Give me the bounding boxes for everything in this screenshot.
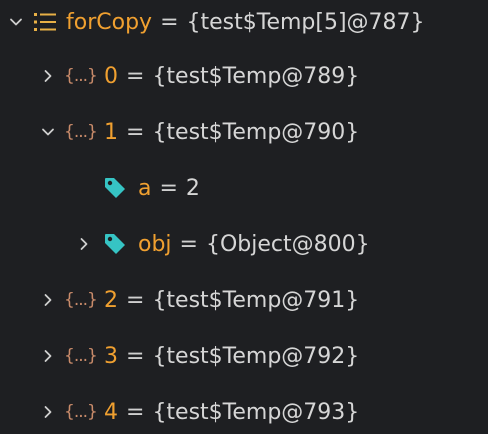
- tag-icon: [100, 175, 130, 201]
- variable-name: obj: [138, 231, 172, 257]
- equals-sign: =: [126, 63, 145, 89]
- object-icon: {...}: [64, 346, 98, 366]
- chevron-right-icon[interactable]: [38, 290, 58, 310]
- tag-icon: [100, 231, 130, 257]
- chevron-right-icon[interactable]: [38, 402, 58, 422]
- object-icon: {...}: [64, 290, 98, 310]
- equals-sign: =: [179, 231, 198, 257]
- object-icon: {...}: [64, 402, 98, 422]
- variable-value: 2: [185, 175, 200, 201]
- equals-sign: =: [126, 119, 145, 145]
- tree-node-2[interactable]: {...} 2 = {test$Temp@791}: [0, 278, 488, 322]
- equals-sign: =: [160, 9, 179, 35]
- tree-node-0[interactable]: {...} 0 = {test$Temp@789}: [0, 54, 488, 98]
- tree-node-4[interactable]: {...} 4 = {test$Temp@793}: [0, 390, 488, 434]
- tree-node-forCopy[interactable]: forCopy = {test$Temp[5]@787}: [0, 0, 488, 44]
- variable-value: {test$Temp@792}: [152, 343, 360, 369]
- variables-tree: forCopy = {test$Temp[5]@787} {...} 0 = {…: [0, 0, 488, 432]
- variable-name: 4: [104, 399, 118, 425]
- equals-sign: =: [159, 175, 178, 201]
- object-icon: {...}: [64, 122, 98, 142]
- tree-node-1[interactable]: {...} 1 = {test$Temp@790}: [0, 110, 488, 154]
- variable-value: {test$Temp@790}: [152, 119, 360, 145]
- variable-name: 2: [104, 287, 118, 313]
- tree-node-obj[interactable]: obj = {Object@800}: [0, 222, 488, 266]
- variable-value: {Object@800}: [205, 231, 370, 257]
- variable-name: 1: [104, 119, 118, 145]
- tree-node-3[interactable]: {...} 3 = {test$Temp@792}: [0, 334, 488, 378]
- chevron-right-icon[interactable]: [38, 66, 58, 86]
- chevron-down-icon[interactable]: [6, 12, 26, 32]
- variable-value: {test$Temp@789}: [152, 63, 360, 89]
- list-icon: [32, 10, 58, 34]
- equals-sign: =: [126, 343, 145, 369]
- equals-sign: =: [126, 287, 145, 313]
- variable-value: {test$Temp@791}: [152, 287, 360, 313]
- variable-name: a: [138, 175, 152, 201]
- variable-name: forCopy: [66, 9, 153, 35]
- object-icon: {...}: [64, 66, 98, 86]
- variable-name: 3: [104, 343, 118, 369]
- variable-name: 0: [104, 63, 118, 89]
- equals-sign: =: [126, 399, 145, 425]
- variable-value: {test$Temp@793}: [152, 399, 360, 425]
- tree-node-a[interactable]: a = 2: [0, 166, 488, 210]
- chevron-right-icon[interactable]: [74, 234, 94, 254]
- chevron-down-icon[interactable]: [38, 122, 58, 142]
- chevron-right-icon[interactable]: [38, 346, 58, 366]
- variable-value: {test$Temp[5]@787}: [186, 9, 425, 35]
